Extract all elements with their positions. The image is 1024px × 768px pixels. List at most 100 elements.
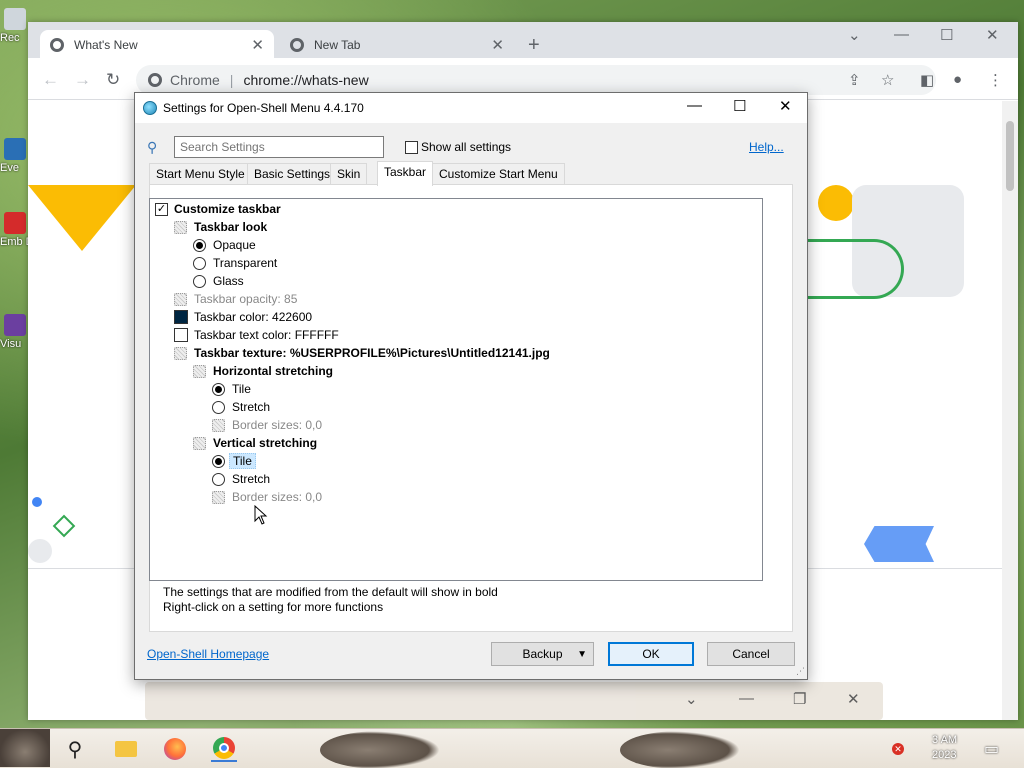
- taskbar-look-item[interactable]: Taskbar look: [174, 218, 267, 236]
- setting-label: Taskbar texture: %USERPROFILE%\Pictures\…: [194, 346, 550, 360]
- taskbar-texture-image: [320, 731, 440, 768]
- radio-selected[interactable]: [212, 454, 225, 468]
- reload-icon[interactable]: ↻: [106, 70, 120, 90]
- taskbar: ⚲ ✕ 3 AM 2023 ▭: [0, 728, 1024, 768]
- share-icon[interactable]: ⇪: [848, 71, 861, 89]
- setting-label: Stretch: [232, 472, 271, 486]
- desktop-icon-eve[interactable]: Eve: [0, 138, 30, 174]
- taskbar-texture-item[interactable]: Taskbar texture: %USERPROFILE%\Pictures\…: [174, 344, 550, 362]
- h-stretch-radio[interactable]: Stretch: [212, 398, 270, 416]
- settings-tree: ✓ Customize taskbar Taskbar look Opaque …: [149, 198, 763, 581]
- back-icon[interactable]: ←: [42, 70, 59, 90]
- radio-unselected[interactable]: [212, 400, 225, 414]
- tab-new-tab[interactable]: New Tab ✕: [280, 30, 514, 60]
- cancel-label: Cancel: [732, 647, 770, 661]
- tab-start-menu-style[interactable]: Start Menu Style: [149, 163, 252, 185]
- v-stretch-radio[interactable]: Stretch: [212, 470, 270, 488]
- close-icon[interactable]: ✕: [847, 690, 860, 708]
- chrome-icon: [213, 737, 235, 759]
- desktop-icon-recycle[interactable]: Rec: [0, 8, 30, 44]
- backup-button[interactable]: Backup ▼: [491, 642, 594, 666]
- desktop-icon-label: Visu: [0, 338, 22, 350]
- close-window-icon[interactable]: ✕: [986, 26, 999, 44]
- v-tile-radio[interactable]: Tile: [212, 452, 256, 470]
- scrollbar[interactable]: [1002, 101, 1018, 720]
- address-bar[interactable]: Chrome | chrome://whats-new: [136, 65, 936, 95]
- green-diamond: [52, 514, 76, 538]
- close-icon[interactable]: ✕: [251, 36, 264, 54]
- checkbox-checked[interactable]: ✓: [155, 202, 168, 216]
- vertical-stretching-item[interactable]: Vertical stretching: [193, 434, 317, 452]
- ok-label: OK: [642, 647, 660, 661]
- minimize-icon[interactable]: —: [894, 26, 909, 43]
- setting-group-icon: [174, 346, 187, 360]
- tray-notification-icon[interactable]: ✕: [892, 743, 904, 755]
- h-border-sizes-item[interactable]: Border sizes: 0,0: [212, 416, 322, 434]
- dialog-titlebar[interactable]: Settings for Open-Shell Menu 4.4.170 — ☐…: [135, 93, 807, 123]
- close-icon[interactable]: ✕: [779, 97, 792, 115]
- maximize-icon[interactable]: ☐: [733, 97, 746, 115]
- checkbox-box[interactable]: [405, 140, 418, 154]
- ok-button[interactable]: OK: [608, 642, 694, 666]
- radio-unselected[interactable]: [193, 256, 206, 270]
- open-shell-icon: [143, 101, 157, 115]
- side-panel-icon[interactable]: ◧: [920, 71, 934, 89]
- cancel-button[interactable]: Cancel: [707, 642, 795, 666]
- setting-label: Vertical stretching: [213, 436, 318, 450]
- help-link[interactable]: Help...: [749, 140, 784, 154]
- chevron-down-icon[interactable]: ⌄: [685, 690, 698, 708]
- glass-radio[interactable]: Glass: [193, 272, 244, 290]
- customize-taskbar-item[interactable]: ✓ Customize taskbar: [155, 200, 281, 218]
- profile-icon[interactable]: ●: [953, 71, 962, 88]
- yellow-circle: [818, 185, 854, 221]
- settings-dialog: Settings for Open-Shell Menu 4.4.170 — ☐…: [134, 92, 808, 680]
- desktop-icon-label: Emb De: [0, 236, 30, 248]
- new-tab-button[interactable]: +: [528, 34, 540, 57]
- menu-icon[interactable]: ⋮: [988, 71, 1003, 89]
- firefox-button[interactable]: [162, 736, 188, 762]
- taskbar-color-item[interactable]: Taskbar color: 422600: [174, 308, 312, 326]
- desktop-icon-visu[interactable]: Visu: [0, 314, 30, 350]
- radio-selected[interactable]: [193, 238, 206, 252]
- visual-studio-icon: [4, 314, 26, 336]
- tab-whats-new[interactable]: What's New ✕: [40, 30, 274, 60]
- show-all-settings-checkbox[interactable]: Show all settings: [405, 140, 511, 154]
- taskbar-text-color-item[interactable]: Taskbar text color: FFFFFF: [174, 326, 339, 344]
- taskbar-opacity-item[interactable]: Taskbar opacity: 85: [174, 290, 297, 308]
- chrome-button[interactable]: [211, 736, 237, 762]
- green-line: [808, 239, 904, 299]
- dropdown-arrow-icon[interactable]: ▼: [577, 649, 587, 660]
- v-border-sizes-item[interactable]: Border sizes: 0,0: [212, 488, 322, 506]
- file-explorer-button[interactable]: [113, 736, 139, 762]
- tab-taskbar[interactable]: Taskbar: [377, 161, 434, 186]
- maximize-icon[interactable]: ☐: [940, 26, 953, 44]
- tab-customize-start-menu[interactable]: Customize Start Menu: [432, 163, 565, 185]
- tab-basic-settings[interactable]: Basic Settings: [247, 163, 338, 185]
- minimize-icon[interactable]: —: [687, 97, 702, 114]
- radio-unselected[interactable]: [212, 472, 225, 486]
- system-clock[interactable]: 3 AM 2023: [932, 733, 957, 763]
- radio-selected[interactable]: [212, 382, 225, 396]
- search-input[interactable]: [174, 136, 384, 158]
- restore-icon[interactable]: ❐: [793, 690, 806, 708]
- radio-unselected[interactable]: [193, 274, 206, 288]
- close-icon[interactable]: ✕: [491, 36, 504, 54]
- desktop-icon-emb[interactable]: Emb De: [0, 212, 30, 248]
- forward-icon[interactable]: →: [74, 70, 91, 90]
- tab-search-icon[interactable]: ⌄: [848, 26, 861, 44]
- clock-time: 3 AM: [932, 734, 958, 746]
- opaque-radio[interactable]: Opaque: [193, 236, 256, 254]
- bookmark-star-icon[interactable]: ☆: [881, 71, 894, 89]
- setting-label-selected: Tile: [229, 453, 256, 469]
- tab-skin[interactable]: Skin: [330, 163, 368, 185]
- h-tile-radio[interactable]: Tile: [212, 380, 251, 398]
- resize-grip-icon[interactable]: ⋰: [796, 666, 805, 677]
- search-taskbar-button[interactable]: ⚲: [62, 736, 88, 762]
- notifications-icon[interactable]: ▭: [984, 739, 999, 759]
- horizontal-stretching-item[interactable]: Horizontal stretching: [193, 362, 333, 380]
- search-icon: ⚲: [67, 738, 83, 761]
- transparent-radio[interactable]: Transparent: [193, 254, 277, 272]
- minimize-icon[interactable]: —: [739, 690, 754, 707]
- open-shell-homepage-link[interactable]: Open-Shell Homepage: [147, 647, 269, 661]
- scroll-thumb[interactable]: [1006, 121, 1014, 191]
